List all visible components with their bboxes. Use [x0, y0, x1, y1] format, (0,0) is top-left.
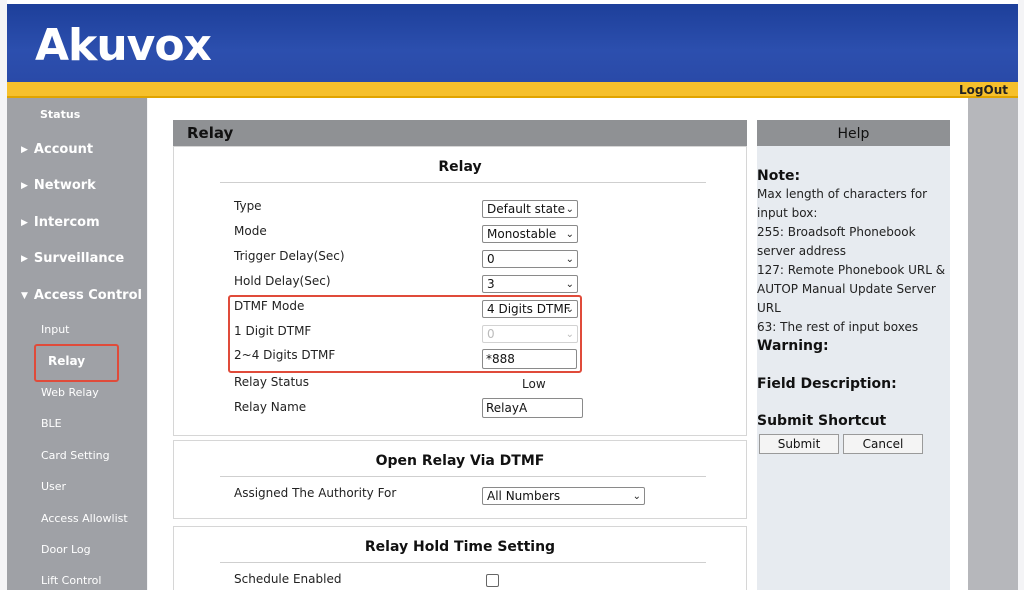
app-window: Akuvox LogOut Status ▶ Account ▶ Network ▶…: [0, 0, 1024, 590]
help-note-line: Max length of characters for input box:: [757, 187, 928, 220]
chevron-down-icon: ⌄: [565, 229, 574, 240]
type-label: Type: [234, 199, 262, 213]
chevron-down-icon: ⌄: [632, 491, 641, 502]
relay-status-value: Low: [522, 377, 546, 391]
sidebar-item-access-control[interactable]: ▼ Access Control: [21, 288, 142, 303]
triangle-right-icon: ▶: [21, 181, 28, 191]
sidebar-sub-lift-control[interactable]: Lift Control: [41, 574, 101, 587]
one-digit-dtmf-select[interactable]: 0 ⌄: [482, 325, 578, 343]
assigned-authority-label: Assigned The Authority For: [234, 486, 397, 500]
section-divider: [220, 182, 706, 183]
chevron-down-icon: ⌄: [565, 254, 574, 265]
page-title: Relay: [173, 120, 747, 146]
relay-name-label: Relay Name: [234, 400, 307, 414]
sidebar-item-surveillance[interactable]: ▶ Surveillance: [21, 251, 124, 266]
section-divider: [220, 476, 706, 477]
sidebar-sub-door-log[interactable]: Door Log: [41, 543, 91, 556]
help-note-line: 255: Broadsoft Phonebook server address: [757, 225, 916, 258]
mode-label: Mode: [234, 224, 267, 238]
sidebar-sub-web-relay[interactable]: Web Relay: [41, 386, 99, 399]
type-select[interactable]: Default state ⌄: [482, 200, 578, 218]
right-gutter: [968, 98, 1018, 590]
sidebar-sub-card-setting[interactable]: Card Setting: [41, 449, 110, 462]
hold-time-title: Relay Hold Time Setting: [364, 539, 556, 555]
sidebar-sub-relay[interactable]: Relay: [34, 344, 119, 382]
triangle-right-icon: ▶: [21, 145, 28, 155]
open-relay-section: Open Relay Via DTMF: [173, 440, 747, 519]
chevron-down-icon: ⌄: [565, 279, 574, 290]
sidebar-sub-access-allowlist[interactable]: Access Allowlist: [41, 512, 128, 525]
help-field-description-title: Field Description:: [757, 376, 897, 392]
schedule-enabled-checkbox[interactable]: [486, 574, 499, 587]
triangle-right-icon: ▶: [21, 218, 28, 228]
brand-logo: Akuvox: [35, 20, 212, 71]
help-submit-shortcut-title: Submit Shortcut: [757, 413, 887, 429]
chevron-down-icon: ⌄: [565, 204, 574, 215]
assigned-authority-select[interactable]: All Numbers ⌄: [482, 487, 645, 505]
top-bar: LogOut: [7, 82, 1018, 98]
relay-section: Relay: [173, 146, 747, 436]
logout-link[interactable]: LogOut: [959, 82, 1008, 98]
sidebar-item-intercom[interactable]: ▶ Intercom: [21, 215, 100, 230]
triangle-right-icon: ▶: [21, 254, 28, 264]
help-note-text: Max length of characters for input box: …: [757, 185, 952, 337]
submit-button[interactable]: Submit: [759, 434, 839, 454]
sidebar-item-account[interactable]: ▶ Account: [21, 142, 93, 157]
dtmf-mode-select[interactable]: 4 Digits DTMF ⌄: [482, 300, 578, 318]
sidebar: Status ▶ Account ▶ Network ▶ Intercom ▶ Surv…: [7, 98, 147, 590]
mode-select[interactable]: Monostable ⌄: [482, 225, 578, 243]
chevron-down-icon: ⌄: [565, 329, 574, 340]
hold-delay-select[interactable]: 3 ⌄: [482, 275, 578, 293]
open-relay-title: Open Relay Via DTMF: [375, 453, 545, 469]
chevron-down-icon: ⌄: [565, 304, 574, 315]
schedule-enabled-label: Schedule Enabled: [234, 572, 342, 586]
section-divider: [220, 562, 706, 563]
help-warning-title: Warning:: [757, 338, 829, 354]
help-note-line: 63: The rest of input boxes: [757, 320, 919, 334]
multi-digit-dtmf-input[interactable]: *888: [482, 349, 577, 369]
sidebar-sub-user[interactable]: User: [41, 480, 66, 493]
trigger-delay-label: Trigger Delay(Sec): [234, 249, 345, 263]
sidebar-sub-ble[interactable]: BLE: [41, 417, 62, 430]
sidebar-item-network[interactable]: ▶ Network: [21, 178, 96, 193]
trigger-delay-select[interactable]: 0 ⌄: [482, 250, 578, 268]
sidebar-item-status[interactable]: Status: [40, 108, 80, 121]
cancel-button[interactable]: Cancel: [843, 434, 923, 454]
hold-delay-label: Hold Delay(Sec): [234, 274, 331, 288]
multi-digit-dtmf-label: 2~4 Digits DTMF: [234, 348, 336, 362]
header-banner: Akuvox: [7, 0, 1018, 82]
relay-name-input[interactable]: RelayA: [482, 398, 583, 418]
sidebar-sub-input[interactable]: Input: [41, 323, 69, 336]
relay-section-title: Relay: [438, 159, 482, 175]
relay-status-label: Relay Status: [234, 375, 310, 389]
help-note-line: 127: Remote Phonebook URL & AUTOP Manual…: [757, 263, 946, 315]
triangle-down-icon: ▼: [21, 291, 28, 301]
help-note-title: Note:: [757, 168, 801, 184]
help-title: Help: [757, 120, 950, 146]
one-digit-dtmf-label: 1 Digit DTMF: [234, 324, 312, 338]
dtmf-mode-label: DTMF Mode: [234, 299, 305, 313]
